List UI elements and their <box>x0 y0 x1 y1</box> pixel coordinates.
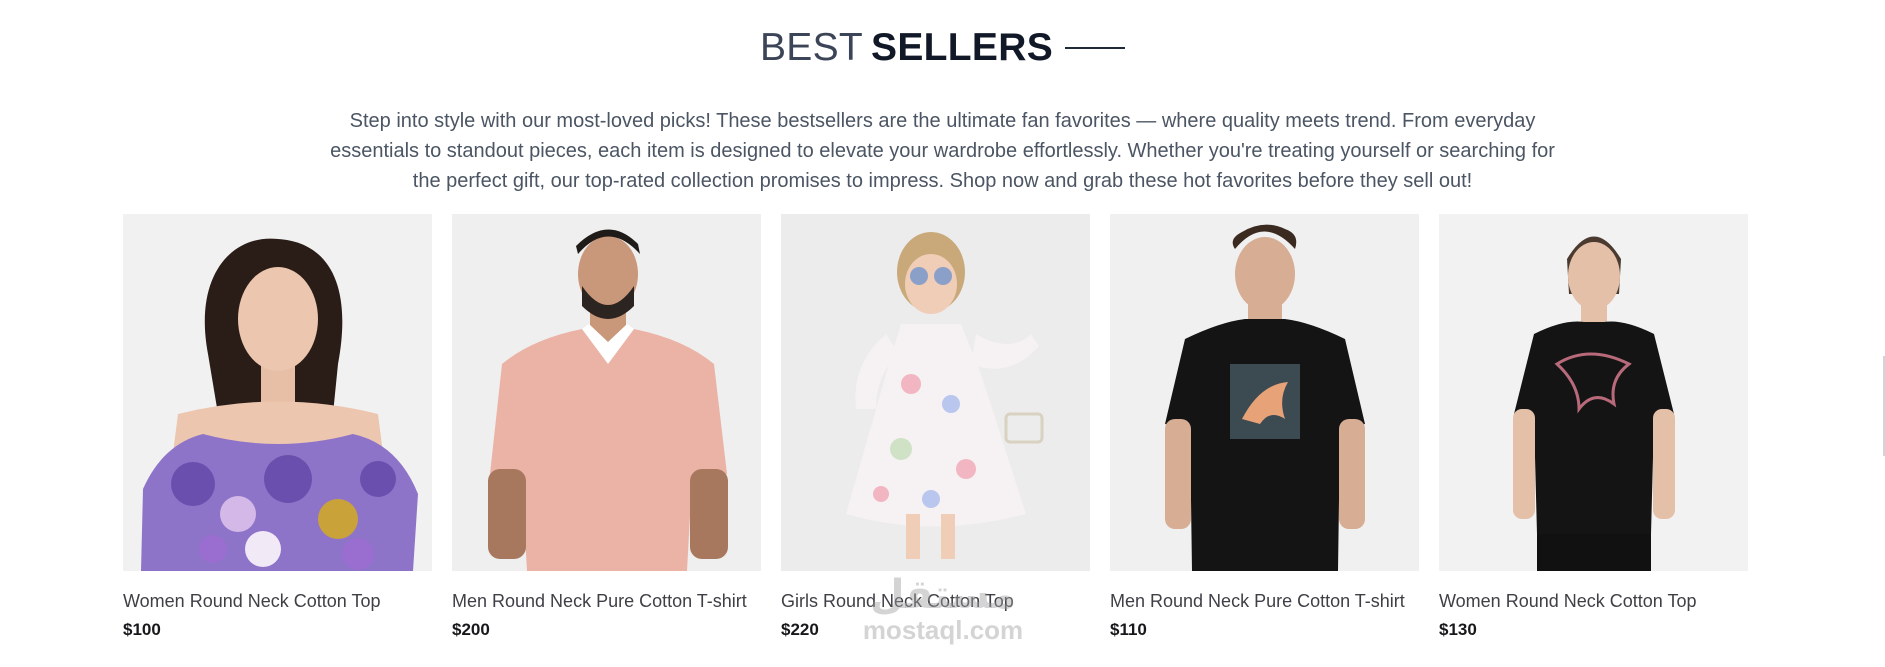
product-name[interactable]: Girls Round Neck Cotton Top <box>781 589 1090 613</box>
girl-floral-dress-illustration <box>781 214 1090 571</box>
product-price: $100 <box>123 620 161 639</box>
product-card[interactable]: Men Round Neck Pure Cotton T-shirt $200 <box>452 214 761 641</box>
product-image[interactable] <box>123 214 432 571</box>
woman-floral-top-illustration <box>123 214 432 571</box>
product-image[interactable] <box>781 214 1090 571</box>
product-name[interactable]: Men Round Neck Pure Cotton T-shirt <box>1110 589 1419 613</box>
product-price: $220 <box>781 620 819 639</box>
section-description: Step into style with our most-loved pick… <box>330 110 1555 192</box>
product-card[interactable]: Girls Round Neck Cotton Top $220 <box>781 214 1090 641</box>
woman-black-puma-tee-illustration <box>1439 214 1748 571</box>
title-rule <box>1065 47 1126 49</box>
man-pink-polo-illustration <box>452 214 761 571</box>
product-price: $130 <box>1439 620 1477 639</box>
product-card[interactable]: Men Round Neck Pure Cotton T-shirt $110 <box>1110 214 1419 641</box>
product-image[interactable] <box>1110 214 1419 571</box>
product-price: $200 <box>452 620 490 639</box>
section-title: BEST SELLERS <box>0 24 1885 72</box>
product-card[interactable]: Women Round Neck Cotton Top $100 <box>123 214 432 641</box>
product-image[interactable] <box>1439 214 1748 571</box>
product-name[interactable]: Men Round Neck Pure Cotton T-shirt <box>452 589 761 613</box>
product-card[interactable]: Women Round Neck Cotton Top $130 <box>1439 214 1748 641</box>
man-black-puma-tee-illustration <box>1110 214 1419 571</box>
title-bold: SELLERS <box>871 26 1054 69</box>
product-price: $110 <box>1110 620 1147 639</box>
product-name[interactable]: Women Round Neck Cotton Top <box>1439 589 1748 613</box>
title-light: BEST <box>759 26 864 69</box>
product-image[interactable] <box>452 214 761 571</box>
product-name[interactable]: Women Round Neck Cotton Top <box>123 589 432 613</box>
